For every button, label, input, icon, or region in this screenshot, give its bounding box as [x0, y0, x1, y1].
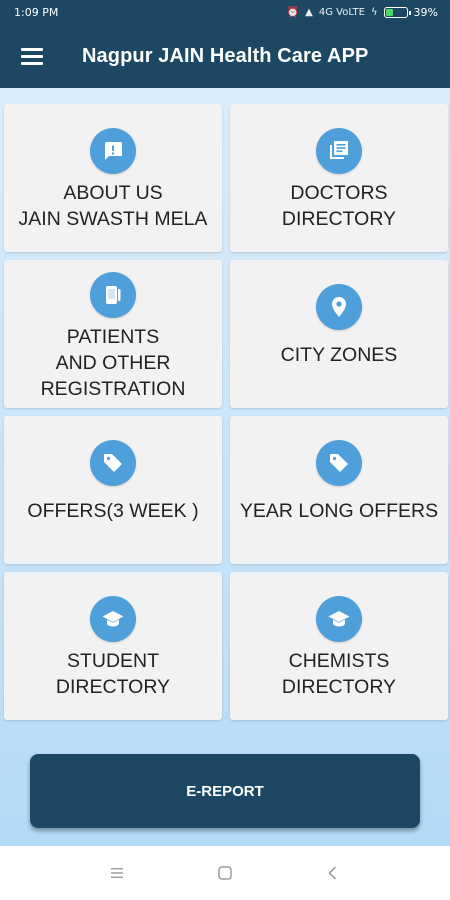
- directory-list-icon: [316, 128, 362, 174]
- registration-device-icon: [90, 272, 136, 318]
- battery-icon: [383, 6, 411, 18]
- location-pin-icon: [316, 284, 362, 330]
- tile-label-line: AND OTHER: [55, 352, 171, 374]
- tile-label-line: CITY ZONES: [280, 344, 398, 366]
- tile-label-line: DIRECTORY: [55, 676, 171, 698]
- graduation-cap-icon: [90, 596, 136, 642]
- offer-tag-icon: [316, 440, 362, 486]
- tile-label-line: DOCTORS: [290, 182, 388, 204]
- tile-label-line: DIRECTORY: [281, 208, 397, 230]
- alarm-icon: ⏰: [286, 6, 300, 18]
- offer-tag-icon: [90, 440, 136, 486]
- e-report-button[interactable]: E-REPORT: [30, 754, 420, 828]
- tile-label: CITY ZONES: [281, 342, 398, 368]
- charging-icon: ϟ: [370, 6, 378, 18]
- graduation-cap-icon: [316, 596, 362, 642]
- tile-doctors-directory[interactable]: DOCTORS DIRECTORY: [230, 104, 448, 252]
- tile-city-zones[interactable]: CITY ZONES: [230, 260, 448, 408]
- signal-icon: ▲: [305, 6, 313, 18]
- exclamation-chat-icon: [90, 128, 136, 174]
- tile-label: DOCTORS DIRECTORY: [282, 180, 396, 232]
- battery-fill: [385, 8, 393, 16]
- menu-grid: ABOUT US JAIN SWASTH MELA DOCTORS DIRECT…: [4, 104, 448, 720]
- status-bar: 1:09 PM ⏰ ▲ 4G VoLTE ϟ 39%: [0, 0, 450, 24]
- app-bar: Nagpur JAIN Health Care APP: [0, 24, 450, 88]
- tile-label-line: PATIENTS: [66, 326, 160, 348]
- tile-patients-registration[interactable]: PATIENTS AND OTHER REGISTRATION: [4, 260, 222, 408]
- battery-percent: 39%: [413, 5, 438, 19]
- tile-label: ABOUT US JAIN SWASTH MELA: [19, 180, 208, 232]
- tile-label: STUDENT DIRECTORY: [56, 648, 170, 700]
- hamburger-menu-icon[interactable]: [0, 24, 64, 88]
- status-icons: ⏰ ▲ 4G VoLTE ϟ 39%: [287, 6, 438, 19]
- network-label: 4G VoLTE: [318, 6, 365, 18]
- status-time: 1:09 PM: [14, 5, 59, 19]
- tile-label-line: ABOUT US: [63, 182, 163, 204]
- tile-label-line: OFFERS(3 WEEK ): [27, 500, 199, 522]
- tile-offers-3-week[interactable]: OFFERS(3 WEEK ): [4, 416, 222, 564]
- tile-label: PATIENTS AND OTHER REGISTRATION: [41, 324, 186, 402]
- system-nav-bar: [0, 846, 450, 900]
- tile-label-line: STUDENT: [66, 650, 160, 672]
- back-chevron-icon[interactable]: [315, 855, 351, 891]
- tile-label: YEAR LONG OFFERS: [240, 498, 438, 524]
- tile-chemists-directory[interactable]: CHEMISTS DIRECTORY: [230, 572, 448, 720]
- tile-year-long-offers[interactable]: YEAR LONG OFFERS: [230, 416, 448, 564]
- tile-label-line: DIRECTORY: [281, 676, 397, 698]
- home-square-icon[interactable]: [207, 855, 243, 891]
- tile-label: OFFERS(3 WEEK ): [27, 498, 198, 524]
- tile-label: CHEMISTS DIRECTORY: [282, 648, 396, 700]
- tile-label-line: YEAR LONG OFFERS: [239, 500, 439, 522]
- tile-label-line: JAIN SWASTH MELA: [18, 208, 208, 230]
- tile-student-directory[interactable]: STUDENT DIRECTORY: [4, 572, 222, 720]
- tile-label-line: REGISTRATION: [40, 378, 186, 400]
- tile-about-us[interactable]: ABOUT US JAIN SWASTH MELA: [4, 104, 222, 252]
- app-title: Nagpur JAIN Health Care APP: [82, 44, 369, 67]
- recents-menu-icon[interactable]: [99, 855, 135, 891]
- main-content: ABOUT US JAIN SWASTH MELA DOCTORS DIRECT…: [0, 88, 450, 846]
- tile-label-line: CHEMISTS: [288, 650, 390, 672]
